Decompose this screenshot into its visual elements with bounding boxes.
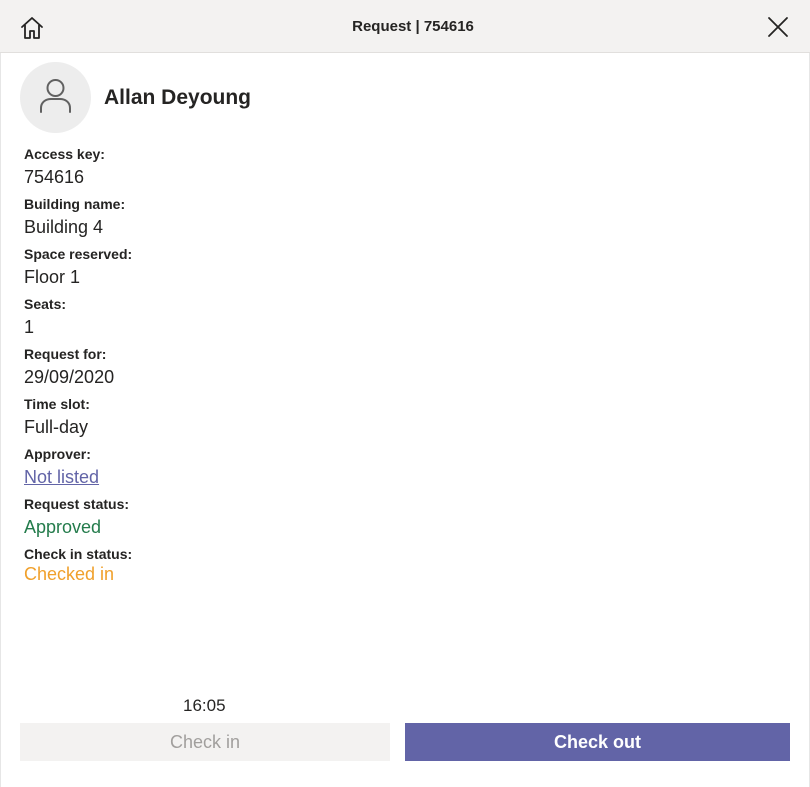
- building-name-value: Building 4: [24, 217, 104, 237]
- request-for-value: 29/09/2020: [24, 367, 115, 387]
- user-name: Allan Deyoung: [104, 86, 252, 109]
- check-in-button[interactable]: Check in: [20, 723, 390, 761]
- avatar: [20, 62, 91, 133]
- close-icon[interactable]: [766, 15, 790, 39]
- page-title: Request | 754616: [352, 18, 474, 35]
- time-slot-value: Full-day: [24, 417, 89, 437]
- approver-label: Approver:: [24, 446, 91, 462]
- home-icon[interactable]: [19, 15, 45, 41]
- request-for-label: Request for:: [24, 346, 107, 362]
- space-reserved-value: Floor 1: [24, 267, 81, 287]
- current-time: 16:05: [183, 696, 226, 715]
- time-slot-label: Time slot:: [24, 396, 90, 412]
- request-status-label: Request status:: [24, 496, 130, 512]
- seats-label: Seats:: [24, 296, 67, 312]
- access-key-value: 754616: [24, 167, 85, 187]
- check-in-status-value: Checked in: [24, 564, 115, 584]
- check-in-status-label: Check in status:: [24, 546, 133, 562]
- seats-value: 1: [24, 317, 35, 337]
- request-status-value: Approved: [24, 517, 102, 537]
- building-name-label: Building name:: [24, 196, 126, 212]
- space-reserved-label: Space reserved:: [24, 246, 133, 262]
- header-bar: Request | 754616: [0, 0, 810, 53]
- person-icon: [40, 79, 71, 113]
- window-frame: [0, 0, 810, 787]
- approver-link[interactable]: Not listed: [24, 467, 99, 488]
- check-out-button[interactable]: Check out: [405, 723, 790, 761]
- access-key-label: Access key:: [24, 146, 105, 162]
